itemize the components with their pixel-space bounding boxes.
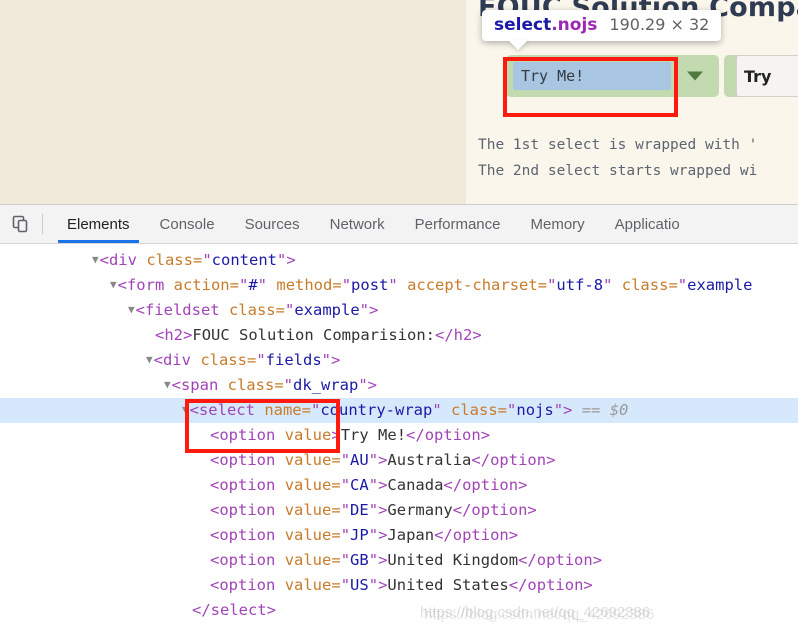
dom-attr-class3: class <box>228 301 276 319</box>
dom-option-text: Canada <box>387 476 444 494</box>
tooltip-arrow <box>508 40 528 50</box>
tab-console[interactable]: Console <box>145 205 230 243</box>
device-toolbar-icon[interactable] <box>0 205 42 243</box>
dom-attr-value-value: GB <box>350 551 369 569</box>
dom-attr-value: value <box>284 451 332 469</box>
dom-attr-class2-value: example <box>687 276 753 294</box>
dom-tag-span: span <box>180 376 219 394</box>
dom-attr-method-value: post <box>351 276 389 294</box>
dom-attr-charset: accept-charset <box>407 276 538 294</box>
dom-attr-class4: class <box>200 351 247 369</box>
dom-tag-select-close: select <box>210 601 267 619</box>
dom-node-option[interactable]: <option value="DE">Germany</option> <box>0 498 798 523</box>
select-second-highlight: Try <box>724 55 798 97</box>
tab-network[interactable]: Network <box>315 205 400 243</box>
dom-tag-form: form <box>126 276 165 294</box>
dom-node-span-dkwrap[interactable]: ▼<span class="dk_wrap"> <box>0 373 798 398</box>
chevron-down-icon <box>687 71 703 81</box>
dom-option-text: Germany <box>387 501 453 519</box>
dom-node-fieldset[interactable]: ▼<fieldset class="example"> <box>0 298 798 323</box>
dom-node-option[interactable]: <option value="JP">Japan</option> <box>0 523 798 548</box>
dom-node-div-content[interactable]: ▼<div class="content"> <box>0 248 798 273</box>
dom-node-option[interactable]: <option value="CA">Canada</option> <box>0 473 798 498</box>
dom-attr-value: value <box>284 551 332 569</box>
dom-node-option[interactable]: <option value="GB">United Kingdom</optio… <box>0 548 798 573</box>
dom-attr-value: value <box>284 476 332 494</box>
dom-option-text: United States <box>387 576 509 594</box>
dom-attr-value: content <box>211 251 277 269</box>
tooltip-class-name: .nojs <box>551 15 598 35</box>
dom-node-form[interactable]: ▼<form action="#" method="post" accept-c… <box>0 273 798 298</box>
dom-node-option[interactable]: <option value="AU">Australia</option> <box>0 448 798 473</box>
dom-option-text: Australia <box>387 451 472 469</box>
tab-application[interactable]: Applicatio <box>600 205 695 243</box>
tooltip-selector: select.nojs <box>494 15 597 35</box>
dom-attr-action-value: # <box>248 276 258 294</box>
dom-attr-value-value: AU <box>350 451 369 469</box>
dom-attr-class2: class <box>621 276 669 294</box>
page-description: The 1st select is wrapped with ' The 2nd… <box>478 132 798 184</box>
dom-attr-class: class <box>146 251 193 269</box>
dom-node-h2[interactable]: <h2>FOUC Solution Comparision:</h2> <box>0 323 798 348</box>
dom-attr-class5: class <box>227 376 275 394</box>
dom-node-select-selected[interactable]: ▼<select name="country-wrap" class="nojs… <box>0 398 798 423</box>
dom-node-option[interactable]: <option value>Try Me!</option> <box>0 423 798 448</box>
dom-text-h2: FOUC Solution Comparision: <box>192 326 435 344</box>
dom-node-option[interactable]: <option value="US">United States</option… <box>0 573 798 598</box>
dom-node-select-close[interactable]: </select> <box>0 598 798 623</box>
watermark-ghost: https://blog.csdn.net/qq_42692386 <box>424 606 655 623</box>
dom-tree[interactable]: ▼<div class="content"> ▼<form action="#"… <box>0 244 798 631</box>
devtools-panel: Elements Console Sources Network Perform… <box>0 204 798 631</box>
select-nojs-arrow-box[interactable] <box>671 55 719 97</box>
dom-attr-value-value: JP <box>350 526 369 544</box>
dom-node-div-fields[interactable]: ▼<div class="fields"> <box>0 348 798 373</box>
dom-attr-value-value: US <box>350 576 369 594</box>
tab-sources[interactable]: Sources <box>230 205 315 243</box>
dom-attr-value: value <box>284 576 332 594</box>
note-line-1: The 1st select is wrapped with ' <box>478 137 758 153</box>
dom-selected-marker: == $0 <box>581 401 629 419</box>
dom-attr-value-value: CA <box>350 476 369 494</box>
tab-performance[interactable]: Performance <box>400 205 516 243</box>
dom-option-text: Japan <box>387 526 435 544</box>
tooltip-tag-name: select <box>494 15 552 35</box>
browser-viewport: FOUC Solution Comparision: Try Me! Try <box>0 0 798 204</box>
devtools-tabs: Elements Console Sources Network Perform… <box>43 205 695 243</box>
dom-attr-class6-value: nojs <box>516 401 554 419</box>
dom-tag-fieldset: fieldset <box>144 301 220 319</box>
tab-memory[interactable]: Memory <box>516 205 600 243</box>
dom-option-text: Try Me! <box>340 426 407 444</box>
screenshot-root: FOUC Solution Comparision: Try Me! Try <box>0 0 798 631</box>
annotation-box-select-node <box>185 399 340 453</box>
devtools-toolbar: Elements Console Sources Network Perform… <box>0 205 798 244</box>
dom-attr-value: value <box>284 526 332 544</box>
dom-attr-value-value: DE <box>350 501 369 519</box>
dom-attr-method: method <box>276 276 333 294</box>
tooltip-dimensions: 190.29 × 32 <box>609 15 710 34</box>
dom-option-text: United Kingdom <box>387 551 519 569</box>
dom-attr-value: value <box>284 501 332 519</box>
dom-attr-charset-value: utf-8 <box>556 276 604 294</box>
select-second-value: Try <box>744 66 772 86</box>
dom-attr-class3-value: example <box>294 301 360 319</box>
dom-attr-class4-value: fields <box>265 351 322 369</box>
note-line-2: The 2nd select starts wrapped wi <box>478 163 758 179</box>
tab-elements[interactable]: Elements <box>52 205 145 243</box>
select-second[interactable]: Try <box>736 55 798 97</box>
dom-attr-class6: class <box>451 401 498 419</box>
dom-tag-div-fields: div <box>162 351 191 369</box>
dom-attr-action: action <box>173 276 230 294</box>
dom-tag-div: div <box>108 251 137 269</box>
element-inspector-tooltip: select.nojs 190.29 × 32 <box>482 10 722 50</box>
dom-attr-class5-value: dk_wrap <box>293 376 359 394</box>
annotation-box-select-render <box>503 57 678 117</box>
